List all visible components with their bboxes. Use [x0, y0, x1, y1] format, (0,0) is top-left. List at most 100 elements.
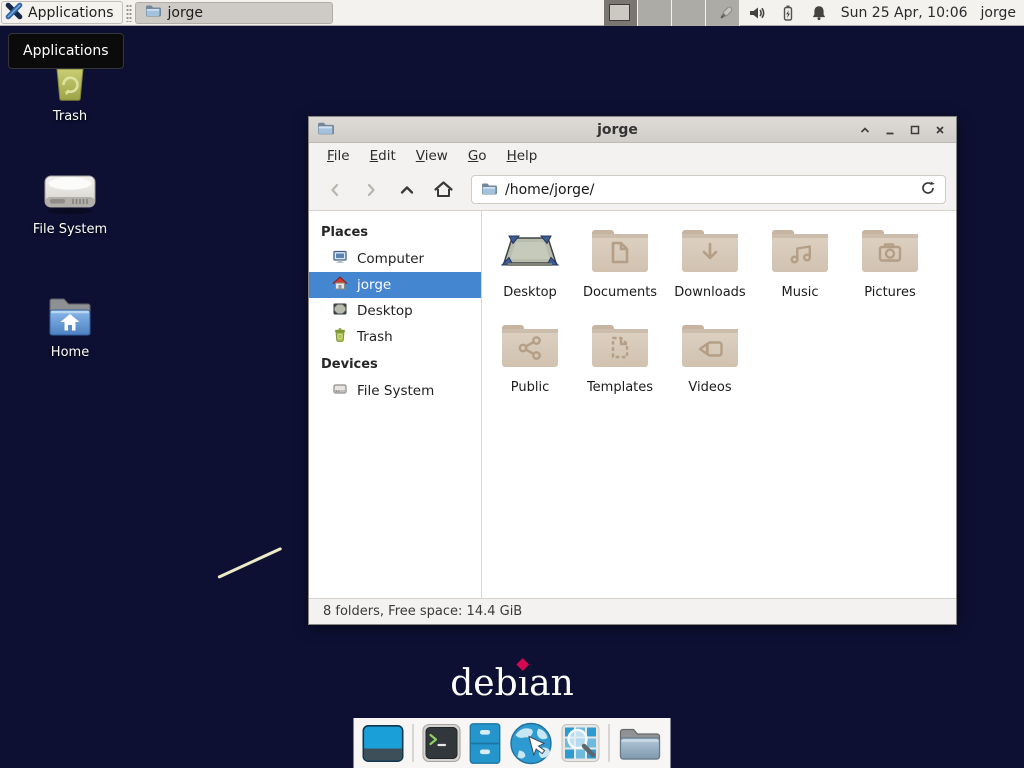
- file-item-pictures[interactable]: Pictures: [845, 219, 935, 314]
- wallpaper-accent-line: [217, 547, 282, 579]
- debian-logo: debian: [450, 664, 574, 704]
- status-bar: 8 folders, Free space: 14.4 GiB: [309, 598, 956, 624]
- debian-logo-text: debian: [450, 663, 574, 704]
- desktop-icon: [500, 225, 560, 278]
- folder-music-icon: [770, 225, 830, 278]
- forward-button[interactable]: [355, 174, 387, 206]
- taskbar-window-button[interactable]: jorge: [135, 2, 333, 24]
- sidebar-item-trash[interactable]: Trash: [309, 324, 481, 350]
- close-button[interactable]: [932, 122, 948, 138]
- desktop-icon-home[interactable]: Home: [5, 293, 135, 360]
- applications-tooltip: Applications: [8, 33, 124, 69]
- bottom-dock: [354, 718, 671, 768]
- sidebar-item-desktop[interactable]: Desktop: [309, 298, 481, 324]
- volume-tray-icon[interactable]: [748, 4, 766, 22]
- folder-menu-launcher[interactable]: [619, 726, 662, 761]
- desktop-icon-label: Trash: [5, 109, 135, 124]
- file-item-label: Public: [511, 380, 549, 395]
- file-item-label: Templates: [587, 380, 653, 395]
- hard-drive-icon: [332, 381, 348, 401]
- trash-icon: [332, 327, 348, 347]
- home-folder-icon: [5, 293, 135, 339]
- menu-go[interactable]: Go: [458, 144, 497, 168]
- file-item-videos[interactable]: Videos: [665, 314, 755, 409]
- user-menu[interactable]: jorge: [981, 5, 1016, 21]
- terminal-launcher[interactable]: [423, 724, 461, 762]
- file-item-label: Videos: [688, 380, 731, 395]
- computer-icon: [332, 249, 348, 269]
- window-titlebar[interactable]: jorge: [309, 117, 956, 143]
- menu-edit[interactable]: Edit: [360, 144, 406, 168]
- minimize-button[interactable]: [882, 122, 898, 138]
- menu-file[interactable]: File: [317, 144, 360, 168]
- stylus-tray-icon[interactable]: [716, 4, 735, 23]
- desktop-icon-file-system[interactable]: File System: [5, 170, 135, 237]
- panel-handle[interactable]: [126, 4, 132, 22]
- sidebar-item-jorge[interactable]: jorge: [309, 272, 481, 298]
- folder-icon: [145, 4, 161, 21]
- menu-view[interactable]: View: [406, 144, 458, 168]
- menu-help[interactable]: Help: [497, 144, 548, 168]
- applications-menu-label: Applications: [28, 5, 114, 21]
- file-item-templates[interactable]: Templates: [575, 314, 665, 409]
- file-item-label: Documents: [583, 285, 657, 300]
- sidebar-item-label: File System: [357, 383, 434, 399]
- shade-button[interactable]: [857, 122, 873, 138]
- up-button[interactable]: [391, 174, 423, 206]
- dock-separator: [413, 724, 414, 762]
- file-item-label: Desktop: [503, 285, 557, 300]
- applications-menu-button[interactable]: Applications: [1, 1, 123, 24]
- file-manager-window: jorge File Edit View Go Help: [308, 116, 957, 625]
- sidebar-item-label: Trash: [357, 329, 393, 345]
- file-item-downloads[interactable]: Downloads: [665, 219, 755, 314]
- status-text: 8 folders, Free space: 14.4 GiB: [323, 604, 522, 619]
- notifications-bell-icon[interactable]: [810, 4, 828, 22]
- workspace-2[interactable]: [638, 0, 672, 26]
- folder-templates-icon: [590, 320, 650, 373]
- path-input[interactable]: /home/jorge/: [505, 182, 912, 198]
- workspace-3[interactable]: [672, 0, 706, 26]
- folder-videos-icon: [680, 320, 740, 373]
- house-icon: [332, 275, 348, 295]
- sidebar-item-label: Computer: [357, 251, 424, 267]
- file-cabinet-launcher[interactable]: [470, 723, 501, 764]
- menu-bar: File Edit View Go Help: [309, 143, 956, 169]
- desktop-icon: [332, 301, 348, 321]
- folder-downloads-icon: [680, 225, 740, 278]
- file-item-music[interactable]: Music: [755, 219, 845, 314]
- places-sidebar: Places Computer: [309, 211, 482, 598]
- dock-separator: [609, 724, 610, 762]
- window-controls: [857, 122, 948, 138]
- file-grid: Desktop Documents: [482, 211, 956, 598]
- reload-icon[interactable]: [920, 180, 936, 200]
- devices-header: Devices: [309, 350, 481, 378]
- maximize-button[interactable]: [907, 122, 923, 138]
- application-finder-launcher[interactable]: [562, 724, 600, 762]
- toolbar: /home/jorge/: [309, 169, 956, 211]
- battery-tray-icon[interactable]: [779, 4, 797, 22]
- file-item-public[interactable]: Public: [485, 314, 575, 409]
- xfce-logo-icon: [5, 2, 23, 24]
- workspace-1[interactable]: [604, 0, 638, 26]
- web-browser-launcher[interactable]: [510, 722, 553, 765]
- sidebar-item-computer[interactable]: Computer: [309, 246, 481, 272]
- hard-drive-icon: [5, 170, 135, 216]
- taskbar-window-label: jorge: [168, 5, 203, 21]
- folder-pictures-icon: [860, 225, 920, 278]
- file-item-label: Music: [782, 285, 819, 300]
- clock[interactable]: Sun 25 Apr, 10:06: [841, 5, 968, 21]
- sidebar-item-file-system[interactable]: File System: [309, 378, 481, 404]
- window-content: Places Computer: [309, 211, 956, 598]
- back-button[interactable]: [319, 174, 351, 206]
- file-item-documents[interactable]: Documents: [575, 219, 665, 314]
- window-folder-icon: [317, 120, 334, 139]
- window-title: jorge: [409, 122, 826, 138]
- show-desktop-button[interactable]: [363, 725, 404, 762]
- file-item-desktop[interactable]: Desktop: [485, 219, 575, 314]
- desktop: Applications jorge: [0, 0, 1024, 768]
- desktop-icon-label: Home: [5, 345, 135, 360]
- location-bar[interactable]: /home/jorge/: [471, 175, 946, 204]
- home-button[interactable]: [427, 174, 459, 206]
- sidebar-item-label: Desktop: [357, 303, 413, 319]
- sidebar-item-label: jorge: [357, 277, 391, 293]
